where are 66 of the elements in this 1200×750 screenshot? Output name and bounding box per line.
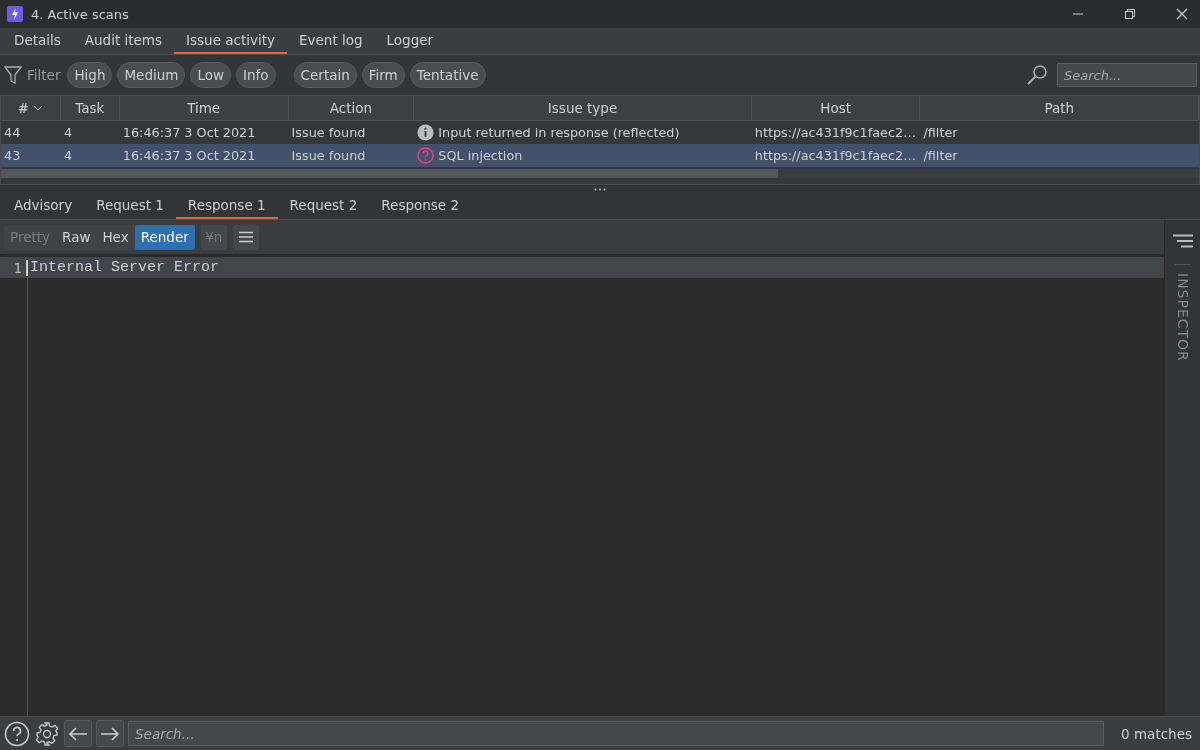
tab[interactable]: Advisory [2,193,85,219]
left-arrow-icon [68,725,88,742]
tab[interactable]: Response 2 [369,193,471,219]
back-button[interactable] [64,720,92,747]
severity-filter-chip[interactable]: Info [236,62,276,88]
splitter-handle-icon[interactable] [594,187,606,191]
filter-label: Filter [27,67,61,83]
table-row[interactable]: 43 4 16:46:37 3 Oct 2021 Issue found SQL injection https://ac431f9c1faec2… /filter [1,144,1199,167]
confidence-filter-chip[interactable]: Tentative [409,62,486,88]
confidence-filter-chip[interactable]: Firm [361,62,405,88]
tab[interactable]: Logger [374,28,446,54]
table-cell: Issue found [291,148,366,163]
tab[interactable]: Request 2 [277,193,370,219]
inspector-tab[interactable]: INSPECTOR [1174,264,1191,362]
column-header[interactable]: Host [820,100,851,116]
tab[interactable]: Request 1 [84,193,176,219]
menu-icon [238,231,253,243]
column-header[interactable]: Issue type [547,100,618,116]
window-title: 4. Active scans [31,6,129,22]
help-icon[interactable] [4,720,30,747]
code-line: Internal Server Error [29,259,220,276]
table-cell: https://ac431f9c1faec2… [754,125,916,140]
confidence-filter-chip[interactable]: Certain [293,62,357,88]
table-row[interactable]: 44 4 16:46:37 3 Oct 2021 Issue found Input returned in response (reflected) https://ac431f9c1faec2… /filter [1,121,1199,144]
tab[interactable]: Audit items [72,28,175,54]
table-cell: https://ac431f9c1faec2… [754,148,916,163]
table-cell: 4 [63,148,73,163]
severity-filter-chip[interactable]: High [67,62,113,88]
table-cell: /filter [923,125,958,140]
restore-icon[interactable] [1124,8,1136,20]
table-cell: Issue found [291,125,366,140]
table-cell: 16:46:37 3 Oct 2021 [122,125,256,140]
scrollbar-thumb[interactable] [1,169,778,178]
settings-icon[interactable] [34,720,60,747]
search-icon [1026,64,1048,86]
table-cell: 43 [4,148,21,163]
search-field[interactable]: Search... [128,721,1104,746]
forward-button[interactable] [96,720,124,747]
column-header[interactable]: Task [75,100,105,116]
table-cell: 16:46:37 3 Oct 2021 [122,148,256,163]
column-header[interactable]: Action [329,100,373,116]
column-header[interactable]: Path [1044,100,1075,116]
app-logo-icon [7,6,23,22]
right-arrow-icon [100,725,120,742]
table-cell: SQL injection [438,148,523,163]
filter-icon[interactable] [4,65,22,85]
table-cell: Input returned in response (reflected) [438,125,680,140]
view-mode-button[interactable]: Render [134,224,195,250]
tab[interactable]: Details [2,28,73,54]
inspector-menu-icon[interactable] [1172,234,1193,248]
close-icon[interactable] [1176,8,1188,20]
column-header[interactable]: Time [187,100,221,116]
search-field[interactable]: Search... [1057,63,1197,87]
menu-button[interactable] [232,224,259,250]
sort-caret-icon [33,105,44,111]
line-number: 1 [0,259,28,276]
severity-filter-chip[interactable]: Low [190,62,232,88]
table-cell: 44 [4,125,21,140]
match-count: 0 matches [1120,725,1193,742]
tab[interactable]: Event log [287,28,375,54]
view-mode-button[interactable]: Hex [96,224,135,250]
column-header[interactable]: # [17,100,30,116]
table-cell: 4 [63,125,73,140]
table-cell: /filter [923,148,958,163]
view-mode-button[interactable]: Raw [56,224,97,250]
severity-filter-chip[interactable]: Medium [117,62,186,88]
